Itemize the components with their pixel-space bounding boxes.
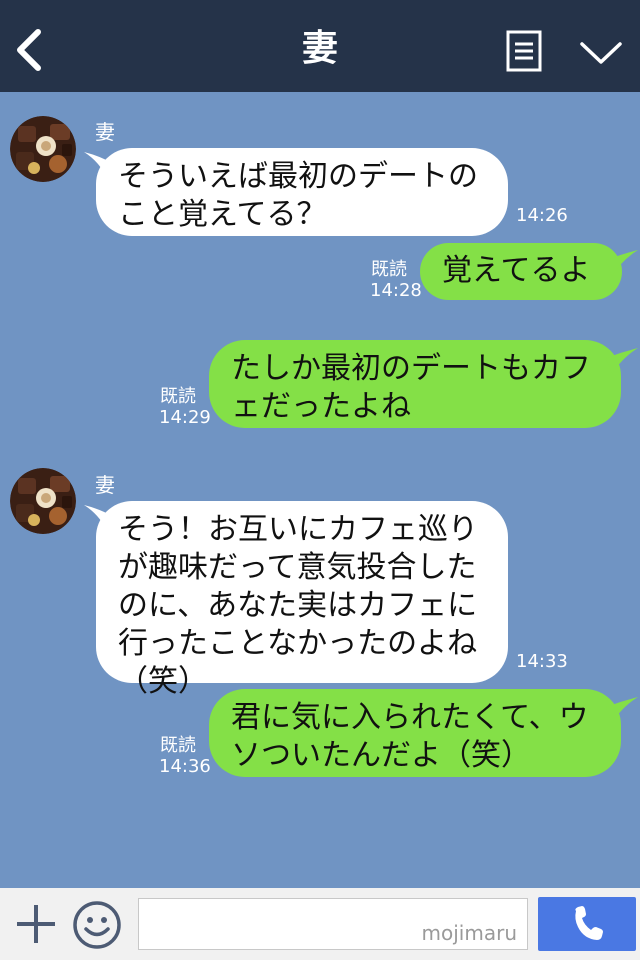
smiley-icon — [73, 901, 121, 949]
message-text: そういえば最初のデートの こと覚えてる？ — [118, 159, 478, 232]
phone-icon — [575, 906, 603, 940]
read-receipt: 既読 — [160, 386, 196, 407]
emoji-button[interactable] — [72, 900, 122, 950]
message-bubble[interactable]: たしか最初のデートもカフ ェだったよね — [209, 340, 621, 428]
chevron-down-icon — [580, 42, 622, 64]
read-receipt: 既読 — [160, 735, 196, 756]
message-time: 14:28 — [370, 280, 422, 301]
message-time: 14:36 — [159, 756, 211, 777]
read-receipt: 既読 — [371, 259, 407, 280]
bubble-tail — [606, 250, 638, 276]
message-bubble[interactable]: 君に気に入られたくて、ウ ソついたんだよ（笑） — [209, 689, 621, 777]
call-button[interactable] — [538, 897, 636, 951]
bubble-tail — [606, 697, 638, 723]
chocolate-avatar-icon — [10, 116, 76, 182]
chat-title: 妻 — [301, 28, 338, 69]
bubble-tail — [606, 348, 638, 374]
chocolate-avatar-icon — [10, 468, 76, 534]
add-button[interactable] — [14, 899, 58, 947]
menu-button[interactable] — [506, 30, 542, 72]
avatar[interactable] — [10, 116, 76, 182]
message-input[interactable]: mojimaru — [138, 898, 528, 950]
message-text: 覚えてるよ — [442, 253, 591, 288]
message-time: 14:29 — [159, 407, 211, 428]
message-text: そう！お互いにカフェ巡り が趣味だって意気投合した のに、あなた実はカフェに 行… — [118, 512, 478, 699]
message-text: 君に気に入られたくて、ウ ソついたんだよ（笑） — [231, 700, 589, 773]
watermark: mojimaru — [421, 921, 517, 945]
message-time: 14:26 — [516, 205, 568, 226]
message-bubble[interactable]: 覚えてるよ — [420, 243, 622, 300]
chat-area[interactable]: 妻 そういえば最初のデートの こと覚えてる？ 14:26 既読 14:28 覚え… — [0, 92, 640, 888]
plus-icon — [17, 905, 55, 943]
avatar[interactable] — [10, 468, 76, 534]
message-time: 14:33 — [516, 651, 568, 672]
chat-header: 妻 — [0, 0, 640, 92]
sender-name: 妻 — [95, 473, 115, 497]
message-bubble[interactable]: そう！お互いにカフェ巡り が趣味だって意気投合した のに、あなた実はカフェに 行… — [96, 501, 508, 699]
message-bubble[interactable]: そういえば最初のデートの こと覚えてる？ — [96, 148, 508, 236]
notes-icon — [506, 30, 542, 72]
sender-name: 妻 — [95, 120, 115, 144]
message-text: たしか最初のデートもカフ ェだったよね — [231, 351, 591, 424]
collapse-button[interactable] — [578, 36, 624, 68]
